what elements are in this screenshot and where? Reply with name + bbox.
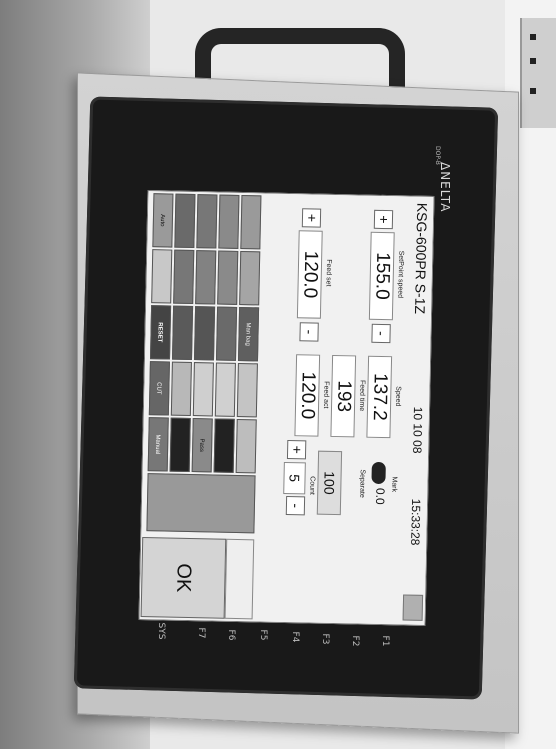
- time-display: 15:33:28: [408, 498, 424, 546]
- grid-button[interactable]: [192, 362, 214, 417]
- grid-button[interactable]: [236, 362, 258, 418]
- feed-set-label: Feed set: [324, 259, 333, 287]
- speed-label: Speed: [394, 386, 402, 407]
- grid-column-end[interactable]: [146, 473, 256, 534]
- settings-button[interactable]: [402, 594, 424, 621]
- separate-value[interactable]: 100: [316, 450, 343, 516]
- grid-button[interactable]: [235, 418, 257, 474]
- grid-button[interactable]: [193, 306, 216, 361]
- grid-button[interactable]: [151, 249, 173, 304]
- button-grid: Auto Man bag RESET CUT Pass Manual: [144, 193, 262, 535]
- man-bag-button[interactable]: Man bag: [237, 306, 260, 362]
- fkey-f5[interactable]: F5: [258, 622, 268, 648]
- mark-value: 0.0: [372, 487, 388, 505]
- count-value: 5: [283, 461, 306, 495]
- cut-button[interactable]: CUT: [148, 361, 170, 416]
- reset-button[interactable]: RESET: [149, 305, 172, 360]
- feed-time-label: Feed time: [357, 379, 366, 412]
- fkey-f2[interactable]: F2: [350, 628, 360, 654]
- grid-button[interactable]: [195, 250, 217, 305]
- date-display: 10 10 08: [410, 406, 426, 454]
- feed-act-label: Feed act: [322, 381, 330, 409]
- wall-outlet: [520, 18, 556, 128]
- fkey-f1[interactable]: F1: [380, 628, 390, 654]
- feed-set-value[interactable]: 120.0: [296, 230, 323, 319]
- feed-plus-button[interactable]: +: [301, 208, 322, 228]
- auto-button[interactable]: Auto: [152, 193, 174, 248]
- speed-value: 137.2: [366, 355, 393, 439]
- fkey-sys[interactable]: SYS: [156, 618, 166, 644]
- mark-label: Mark: [390, 476, 398, 493]
- touch-screen: KSG-600PR S-1Z 10 10 08 15:33:28 SetPoin…: [138, 190, 435, 626]
- count-minus-button[interactable]: -: [285, 496, 306, 516]
- grid-button[interactable]: [169, 417, 191, 472]
- count-label: Count: [308, 476, 316, 495]
- count-plus-button[interactable]: +: [286, 440, 307, 460]
- brand-logo: ΔNELTA: [438, 162, 452, 213]
- fkey-f6[interactable]: F6: [226, 622, 236, 648]
- feed-act-value: 120.0: [294, 354, 321, 437]
- manual-button[interactable]: Manual: [147, 417, 169, 472]
- grid-button[interactable]: [170, 361, 192, 416]
- ok-button[interactable]: OK: [140, 537, 227, 619]
- grid-button[interactable]: [196, 194, 218, 249]
- grid-button[interactable]: [215, 306, 238, 361]
- fkey-f7[interactable]: F7: [196, 620, 206, 646]
- feed-time-value: 193: [330, 354, 357, 438]
- grid-button[interactable]: [213, 418, 235, 473]
- system-button[interactable]: [224, 538, 255, 620]
- model-label: DOP-B: [434, 146, 441, 165]
- mark-panel: Mark 0.0 Separate: [345, 453, 398, 524]
- setpoint-speed-label: SetPoint speed: [396, 250, 405, 299]
- setpoint-speed-value[interactable]: 155.0: [368, 231, 395, 321]
- grid-button[interactable]: [174, 193, 196, 249]
- setpoint-plus-button[interactable]: +: [373, 209, 394, 230]
- grid-button[interactable]: [173, 249, 195, 305]
- mark-indicator: [371, 461, 386, 485]
- fkey-f4[interactable]: F4: [290, 624, 300, 650]
- grid-button[interactable]: [218, 194, 240, 249]
- grid-button[interactable]: [239, 250, 261, 306]
- machine-title: KSG-600PR S-1Z: [411, 202, 431, 315]
- setpoint-minus-button[interactable]: -: [371, 323, 391, 344]
- grid-button[interactable]: [171, 305, 194, 361]
- pass-button[interactable]: Pass: [191, 418, 213, 473]
- feed-minus-button[interactable]: -: [299, 322, 319, 342]
- separate-label: Separate: [358, 469, 366, 498]
- grid-button[interactable]: [217, 250, 239, 305]
- grid-button[interactable]: [240, 195, 262, 250]
- fkey-f3[interactable]: F3: [320, 626, 330, 652]
- grid-button[interactable]: [214, 362, 236, 417]
- screen-content: KSG-600PR S-1Z 10 10 08 15:33:28 SetPoin…: [139, 191, 434, 625]
